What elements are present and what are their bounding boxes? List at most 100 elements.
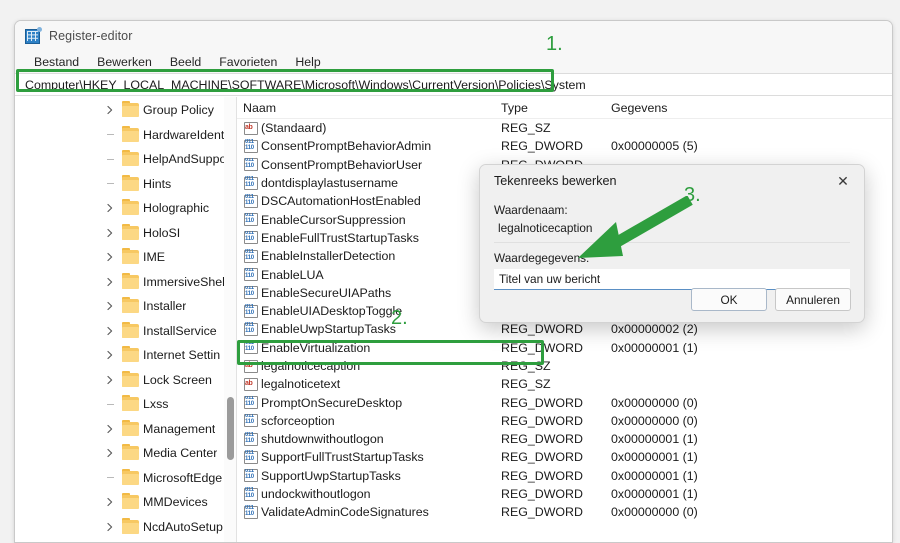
column-header-name[interactable]: Naam [237, 101, 495, 115]
folder-icon [122, 272, 139, 289]
menu-item-favorieten[interactable]: Favorieten [210, 53, 286, 72]
value-row[interactable]: ab (Standaard) REG_SZ [237, 119, 892, 137]
value-type-cell: REG_DWORD [501, 413, 583, 428]
tree-item[interactable]: NetCache [15, 539, 236, 542]
value-row[interactable]: ab legalnoticecaption REG_SZ [237, 357, 892, 375]
value-name-cell: 011 110 scforceoption [237, 414, 495, 428]
value-row[interactable]: 011 110 ConsentPromptBehaviorAdmin REG_DWOR… [237, 137, 892, 155]
chevron-right-icon[interactable] [105, 448, 115, 458]
tree-vertical-scrollbar[interactable] [224, 97, 236, 542]
chevron-right-icon[interactable] [105, 252, 115, 262]
value-row[interactable]: 011 110 shutdownwithoutlogon REG_DWORD 0x000… [237, 430, 892, 448]
value-row[interactable]: 011 110 SupportUwpStartupTasks REG_DWORD 0x0… [237, 467, 892, 485]
folder-icon [122, 395, 139, 412]
value-name-text: ConsentPromptBehaviorAdmin [261, 139, 432, 154]
registry-tree-pane: Group Policy HardwareIdenti HelpAndSuppo Hi… [15, 97, 237, 542]
dword-value-icon: 011 110 [244, 249, 258, 263]
chevron-right-icon[interactable] [105, 203, 115, 213]
tree-item[interactable]: Internet Settin [15, 343, 236, 368]
value-row[interactable]: 011 110 undockwithoutlogon REG_DWORD 0x00000… [237, 485, 892, 503]
tree-item[interactable]: MicrosoftEdge [15, 466, 236, 491]
tree-item-label: HelpAndSuppo [143, 152, 227, 167]
menu-item-beeld[interactable]: Beeld [161, 53, 210, 72]
tree-item-label: HoloSI [143, 225, 181, 240]
tree-item[interactable]: HelpAndSuppo [15, 147, 236, 172]
menu-item-bestand[interactable]: Bestand [25, 53, 88, 72]
chevron-right-icon[interactable] [105, 497, 115, 507]
value-row[interactable]: 011 110 PromptOnSecureDesktop REG_DWORD 0x00… [237, 393, 892, 411]
value-name-cell: 011 110 SupportFullTrustStartupTasks [237, 450, 495, 464]
tree-item[interactable]: HoloSI [15, 221, 236, 246]
value-name-text: ConsentPromptBehaviorUser [261, 157, 423, 172]
tree-item[interactable]: Lock Screen [15, 368, 236, 393]
chevron-right-icon[interactable] [105, 375, 115, 385]
dword-value-icon: 011 110 [244, 286, 258, 300]
tree-item[interactable]: InstallService [15, 319, 236, 344]
value-data-cell: 0x00000001 (1) [611, 487, 698, 502]
ok-button[interactable]: OK [691, 288, 767, 311]
chevron-right-icon[interactable] [105, 326, 115, 336]
column-header-data[interactable]: Gegevens [605, 101, 892, 115]
value-name-cell: 011 110 EnableFullTrustStartupTasks [237, 231, 495, 245]
tree-scrollbar-thumb[interactable] [227, 397, 234, 460]
dword-value-icon: 011 110 [244, 231, 258, 245]
chevron-right-icon[interactable] [105, 301, 115, 311]
value-name-cell: 011 110 SupportUwpStartupTasks [237, 469, 495, 483]
value-name-text: legalnoticetext [261, 377, 341, 392]
tree-item[interactable]: NcdAutoSetup [15, 515, 236, 540]
chevron-right-icon[interactable] [105, 105, 115, 115]
tree-item-label: Group Policy [143, 103, 214, 118]
folder-icon [122, 321, 139, 338]
tree-item[interactable]: Hints [15, 172, 236, 197]
value-row[interactable]: ab legalnoticetext REG_SZ [237, 375, 892, 393]
value-name-text: SupportUwpStartupTasks [261, 468, 401, 483]
value-type-cell: REG_DWORD [501, 322, 583, 337]
tree-item[interactable]: Group Policy [15, 98, 236, 123]
menu-item-help[interactable]: Help [286, 53, 329, 72]
value-name-text: dontdisplaylastusername [261, 176, 399, 191]
dword-value-icon: 011 110 [244, 414, 258, 428]
tree-item[interactable]: Management [15, 417, 236, 442]
tree-item-label: NcdAutoSetup [143, 519, 223, 534]
tree-item[interactable]: Installer [15, 294, 236, 319]
close-icon[interactable]: ✕ [822, 165, 864, 197]
value-row[interactable]: 011 110 EnableVirtualization REG_DWORD 0x000… [237, 339, 892, 357]
tree-item[interactable]: Holographic [15, 196, 236, 221]
cancel-button[interactable]: Annuleren [775, 288, 851, 311]
value-type-cell: REG_DWORD [501, 395, 583, 410]
value-row[interactable]: 011 110 EnableUwpStartupTasks REG_DWORD 0x00… [237, 320, 892, 338]
dword-value-icon: 011 110 [244, 341, 258, 355]
value-row[interactable]: 011 110 scforceoption REG_DWORD 0x00000000 (… [237, 412, 892, 430]
tree-item-label: Internet Settin [143, 348, 221, 363]
tree-item-label: Media Center [143, 446, 218, 461]
value-data-cell: 0x00000001 (1) [611, 468, 698, 483]
dialog-buttons: OK Annuleren [691, 288, 851, 311]
value-row[interactable]: 011 110 SupportFullTrustStartupTasks REG_DW… [237, 448, 892, 466]
column-header-type[interactable]: Type [495, 101, 605, 115]
value-name-label: Waardenaam: [494, 203, 568, 217]
chevron-right-icon[interactable] [105, 228, 115, 238]
tree-item[interactable]: Media Center [15, 441, 236, 466]
menu-item-bewerken[interactable]: Bewerken [88, 53, 161, 72]
chevron-right-icon[interactable] [105, 522, 115, 532]
value-name-text: EnableLUA [261, 267, 324, 282]
folder-icon [122, 468, 139, 485]
value-row[interactable]: 011 110 ValidateAdminCodeSignatures REG_DWO… [237, 503, 892, 521]
registry-path-input[interactable]: Computer\HKEY_LOCAL_MACHINE\SOFTWARE\Mic… [15, 73, 892, 96]
value-data-cell: 0x00000000 (0) [611, 413, 698, 428]
value-data-input[interactable] [494, 269, 850, 290]
addressbar-container: Computer\HKEY_LOCAL_MACHINE\SOFTWARE\Mic… [15, 73, 892, 96]
value-name-cell: 011 110 EnableVirtualization [237, 341, 495, 355]
value-name-cell: 011 110 EnableInstallerDetection [237, 249, 495, 263]
tree-item[interactable]: HardwareIdenti [15, 123, 236, 148]
chevron-right-icon[interactable] [105, 277, 115, 287]
tree-item[interactable]: IME [15, 245, 236, 270]
value-name-text: EnableInstallerDetection [261, 249, 396, 264]
value-name-cell: 011 110 ValidateAdminCodeSignatures [237, 505, 495, 519]
tree-item[interactable]: Lxss [15, 392, 236, 417]
tree-item[interactable]: MMDevices [15, 490, 236, 515]
value-name-text: PromptOnSecureDesktop [261, 395, 403, 410]
chevron-right-icon[interactable] [105, 350, 115, 360]
chevron-right-icon[interactable] [105, 424, 115, 434]
tree-item[interactable]: ImmersiveShel [15, 270, 236, 295]
